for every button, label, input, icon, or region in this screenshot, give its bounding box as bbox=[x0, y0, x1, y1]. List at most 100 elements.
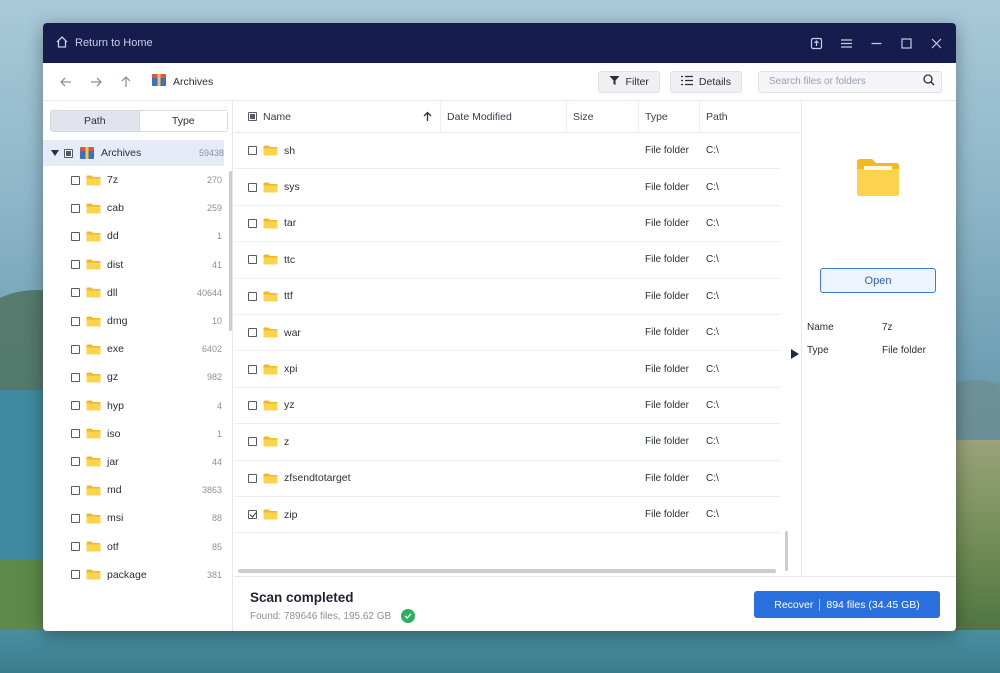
row-checkbox[interactable] bbox=[248, 218, 257, 228]
header-type[interactable]: Type bbox=[639, 101, 700, 132]
header-path[interactable]: Path bbox=[700, 101, 800, 132]
folder-icon bbox=[86, 175, 101, 186]
row-name: z bbox=[284, 435, 290, 448]
table-row[interactable]: z File folder C:\ bbox=[234, 424, 780, 461]
export-icon[interactable] bbox=[808, 35, 824, 51]
tree-item-checkbox[interactable] bbox=[71, 372, 80, 382]
expand-arrow-icon[interactable] bbox=[51, 149, 59, 157]
close-icon[interactable] bbox=[928, 35, 944, 51]
row-checkbox[interactable] bbox=[248, 364, 257, 374]
tree-item[interactable]: msi 88 bbox=[43, 504, 232, 532]
horizontal-scrollbar[interactable] bbox=[238, 569, 776, 573]
breadcrumb[interactable]: Archives bbox=[151, 73, 213, 90]
tree-item-checkbox[interactable] bbox=[71, 175, 80, 185]
forward-icon[interactable] bbox=[87, 73, 105, 91]
row-checkbox[interactable] bbox=[248, 291, 257, 301]
tree-item-count: 85 bbox=[211, 541, 222, 552]
tree-item-checkbox[interactable] bbox=[71, 231, 80, 241]
row-name: zip bbox=[284, 508, 298, 521]
row-checkbox[interactable] bbox=[248, 400, 257, 410]
tree-item-checkbox[interactable] bbox=[71, 457, 80, 467]
row-checkbox[interactable] bbox=[248, 473, 257, 483]
tree-item[interactable]: jar 44 bbox=[43, 448, 232, 476]
table-row[interactable]: yz File folder C:\ bbox=[234, 388, 780, 425]
tree-item-checkbox[interactable] bbox=[71, 570, 80, 580]
row-checkbox[interactable] bbox=[248, 510, 257, 520]
row-checkbox[interactable] bbox=[248, 328, 257, 338]
row-checkbox[interactable] bbox=[248, 255, 257, 265]
table-row[interactable]: xpi File folder C:\ bbox=[234, 351, 780, 388]
tree-item[interactable]: dmg 10 bbox=[43, 307, 232, 335]
tab-type[interactable]: Type bbox=[138, 111, 227, 131]
sort-up-icon[interactable] bbox=[423, 111, 432, 122]
cell-name: zfsendtotarget bbox=[234, 472, 441, 484]
row-checkbox[interactable] bbox=[248, 146, 257, 156]
tree-item[interactable]: iso 1 bbox=[43, 420, 232, 448]
tree-item[interactable]: md 3863 bbox=[43, 476, 232, 504]
header-name[interactable]: Name bbox=[234, 101, 441, 132]
cell-path: C:\ bbox=[706, 290, 719, 302]
tree-item[interactable]: cab 259 bbox=[43, 194, 232, 222]
minimize-icon[interactable] bbox=[868, 35, 884, 51]
cell-name: ttc bbox=[234, 254, 441, 266]
cell-name: sh bbox=[234, 145, 441, 157]
tree-item-checkbox[interactable] bbox=[71, 401, 80, 411]
table-row[interactable]: sys File folder C:\ bbox=[234, 169, 780, 206]
list-scrollbar[interactable] bbox=[785, 531, 788, 571]
tree-item[interactable]: exe 6402 bbox=[43, 335, 232, 363]
row-name: ttc bbox=[284, 253, 296, 266]
cell-path: C:\ bbox=[706, 436, 719, 448]
tree-item-checkbox[interactable] bbox=[71, 485, 80, 495]
tree-item[interactable]: dist 41 bbox=[43, 251, 232, 279]
table-row[interactable]: tar File folder C:\ bbox=[234, 206, 780, 243]
recover-button[interactable]: Recover 894 files (34.45 GB) bbox=[754, 591, 940, 618]
details-button[interactable]: Details bbox=[669, 70, 742, 93]
table-row[interactable]: war File folder C:\ bbox=[234, 315, 780, 352]
select-all-checkbox[interactable] bbox=[248, 112, 257, 121]
search-icon[interactable] bbox=[923, 74, 935, 89]
tree-item-label: dist bbox=[107, 258, 124, 271]
tree-item[interactable]: dd 1 bbox=[43, 222, 232, 250]
tree-item[interactable]: gz 982 bbox=[43, 363, 232, 391]
tree-item-checkbox[interactable] bbox=[71, 260, 80, 270]
check-icon bbox=[401, 609, 416, 623]
maximize-icon[interactable] bbox=[898, 35, 914, 51]
tree-item-checkbox[interactable] bbox=[71, 316, 80, 326]
up-icon[interactable] bbox=[117, 73, 135, 91]
header-date[interactable]: Date Modified bbox=[441, 101, 567, 132]
tree-root-checkbox[interactable] bbox=[64, 148, 73, 158]
table-row[interactable]: ttc File folder C:\ bbox=[234, 242, 780, 279]
tree-item[interactable]: package 381 bbox=[43, 561, 232, 589]
search-input[interactable] bbox=[769, 76, 923, 87]
table-row[interactable]: sh File folder C:\ bbox=[234, 133, 780, 170]
sidebar-scrollbar[interactable] bbox=[229, 171, 232, 331]
tree-item-checkbox[interactable] bbox=[71, 542, 80, 552]
prop-type: Type File folder bbox=[807, 345, 952, 356]
tree-item[interactable]: otf 85 bbox=[43, 532, 232, 560]
tree-item[interactable]: hyp 4 bbox=[43, 392, 232, 420]
row-checkbox[interactable] bbox=[248, 437, 257, 447]
open-button[interactable]: Open bbox=[820, 268, 936, 293]
row-checkbox[interactable] bbox=[248, 182, 257, 192]
back-icon[interactable] bbox=[57, 73, 75, 91]
table-row[interactable]: ttf File folder C:\ bbox=[234, 279, 780, 315]
table-row[interactable]: zip File folder C:\ bbox=[234, 497, 780, 534]
tree-item[interactable]: 7z 270 bbox=[43, 166, 232, 194]
return-home-button[interactable]: Return to Home bbox=[55, 35, 153, 52]
tree-item-checkbox[interactable] bbox=[71, 429, 80, 439]
folder-icon bbox=[263, 364, 278, 375]
tree-item-checkbox[interactable] bbox=[71, 203, 80, 213]
menu-icon[interactable] bbox=[838, 35, 854, 51]
tree-item-checkbox[interactable] bbox=[71, 288, 80, 298]
tree-item-checkbox[interactable] bbox=[71, 344, 80, 354]
collapse-panel-icon[interactable] bbox=[791, 349, 799, 359]
scan-summary: Found: 789646 files, 195.62 GB bbox=[250, 609, 416, 623]
tree-item[interactable]: dll 40644 bbox=[43, 279, 232, 307]
tab-path[interactable]: Path bbox=[51, 111, 139, 131]
tree-root-archives[interactable]: Archives 59438 bbox=[43, 140, 224, 166]
table-row[interactable]: zfsendtotarget File folder C:\ bbox=[234, 461, 780, 497]
header-size[interactable]: Size bbox=[567, 101, 639, 132]
breadcrumb-label: Archives bbox=[173, 75, 214, 88]
filter-button[interactable]: Filter bbox=[597, 70, 660, 93]
tree-item-checkbox[interactable] bbox=[71, 513, 80, 523]
